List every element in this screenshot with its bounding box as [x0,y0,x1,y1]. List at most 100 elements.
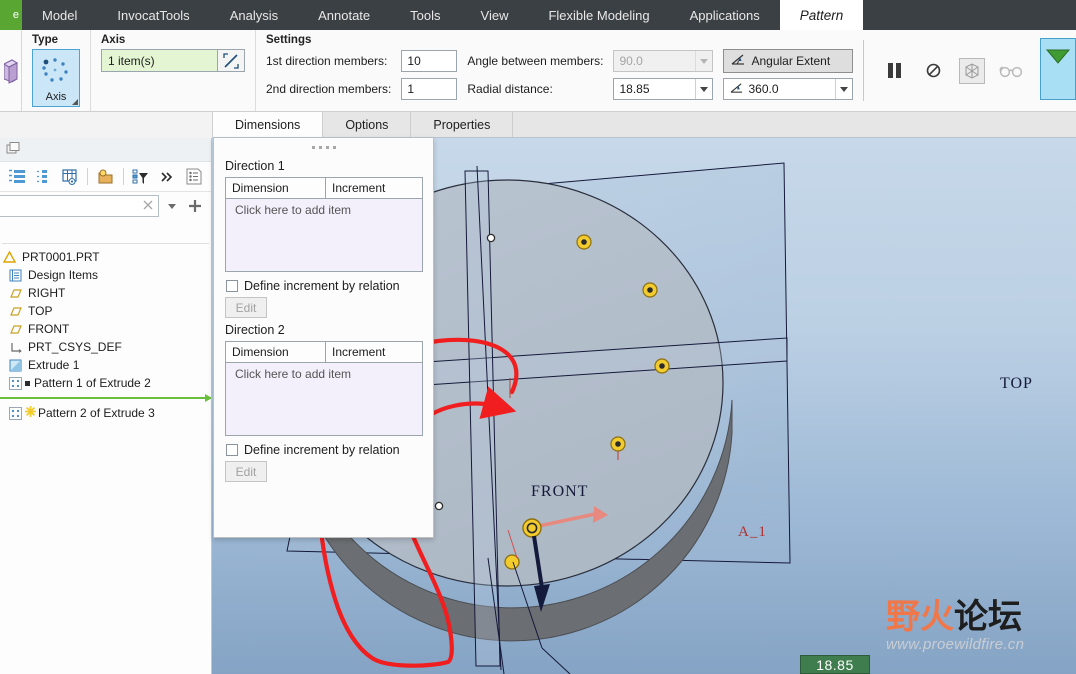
tree-more-icon[interactable] [158,167,176,187]
ribbon-divider [863,40,865,101]
tab-file[interactable]: e [0,0,22,30]
tree-item-part[interactable]: PRT0001.PRT [0,248,211,266]
model-tree[interactable]: PRT0001.PRT Design Items RIGHT TOP FRONT… [0,244,211,674]
direction-1-table-body[interactable]: Click here to add item [226,199,422,271]
direction-2-relation-checkbox[interactable] [226,444,238,456]
select-reference-icon[interactable] [217,49,245,72]
tree-item-label: PRT0001.PRT [22,250,100,264]
tree-folder-settings-icon[interactable] [96,167,114,187]
dimensions-dialog: Direction 1 Dimension Increment Click he… [213,138,434,538]
chevron-down-icon[interactable] [835,79,852,99]
direction-2-table-body[interactable]: Click here to add item [226,363,422,435]
tree-item-label: RIGHT [28,286,66,300]
tab-model[interactable]: Model [22,0,97,30]
tree-item-label: TOP [28,304,53,318]
angular-extent-button[interactable]: Angular Extent [723,49,854,73]
value-2nd-direction-members: 1 [407,82,415,96]
datum-plane-icon [8,322,23,337]
tab-tools[interactable]: Tools [390,0,460,30]
direction-1-relation-label: Define increment by relation [244,279,400,293]
input-2nd-direction-members[interactable]: 1 [401,78,458,100]
tree-item-design-items[interactable]: Design Items [0,266,211,284]
model-tree-header [0,138,211,162]
model-tree-subheader [2,220,209,244]
tree-item-extrude-1[interactable]: Extrude 1 [0,356,211,374]
extrude-cut-icon[interactable] [0,30,22,111]
datum-plane-icon [8,304,23,319]
checkmark-icon [1045,49,1071,64]
tree-expand-icon[interactable] [34,167,52,187]
dashboard-tab-bar: Dimensions Options Properties [0,112,1076,138]
pause-icon[interactable] [881,58,907,84]
direction-1-relation-checkbox[interactable] [226,280,238,292]
tab-options[interactable]: Options [323,112,412,137]
direction-1-table[interactable]: Dimension Increment Click here to add it… [225,177,423,272]
tree-columns-icon[interactable] [61,167,79,187]
tab-properties[interactable]: Properties [411,112,514,137]
tree-item-pattern-2[interactable]: Pattern 2 of Extrude 3 [0,404,211,422]
ribbon-group-type: Type Axis [22,30,90,111]
tab-view[interactable]: View [461,0,529,30]
ribbon-group-settings: Settings 1st direction members: 10 Angle… [255,30,863,111]
tree-item-top[interactable]: TOP [0,302,211,320]
direction-1-add-row[interactable]: Click here to add item [226,199,422,217]
tree-item-label: Extrude 1 [28,358,80,372]
axis-label-a1: A_1 [738,524,767,540]
axis-reference-field[interactable]: 1 item(s) [101,49,217,72]
tab-flexible-modeling[interactable]: Flexible Modeling [528,0,669,30]
tab-analysis[interactable]: Analysis [210,0,298,30]
tree-item-pattern-1[interactable]: Pattern 1 of Extrude 2 [0,374,211,392]
toolbar-divider [122,168,124,185]
design-items-icon [8,268,23,283]
tree-item-label: PRT_CSYS_DEF [28,340,122,354]
cancel-preview-icon[interactable] [920,58,946,84]
tree-item-right[interactable]: RIGHT [0,284,211,302]
axis-reference-value: 1 item(s) [108,53,155,68]
angle-measure-icon [731,53,746,69]
direction-2-table[interactable]: Dimension Increment Click here to add it… [225,341,423,436]
pattern-active-marker-icon [25,406,36,420]
combo-angle-between-members[interactable]: 90.0 [613,50,714,72]
direction-2-relation-row[interactable]: Define increment by relation [226,443,422,457]
plus-icon[interactable] [185,196,205,216]
pattern-type-axis-button[interactable]: Axis [32,49,80,107]
direction-2-table-header: Dimension Increment [226,342,422,363]
drag-grip[interactable] [225,138,422,156]
clear-icon[interactable] [142,199,154,214]
insert-here-bar[interactable] [0,394,211,402]
column-header-increment: Increment [332,345,386,359]
search-input[interactable] [0,195,159,217]
direction-1-table-header: Dimension Increment [226,178,422,199]
chevron-down-icon[interactable] [695,51,712,71]
glasses-preview-icon[interactable] [998,58,1024,84]
tree-list-icon[interactable] [8,167,26,187]
direction-1-relation-row[interactable]: Define increment by relation [226,279,422,293]
tree-item-front[interactable]: FRONT [0,320,211,338]
ok-checkmark-button[interactable] [1040,38,1076,100]
value-radial-distance: 18.85 [619,82,650,96]
combo-radial-distance[interactable]: 18.85 [613,78,714,100]
tab-invocattools[interactable]: InvocatTools [97,0,209,30]
label-angle-between-members: Angle between members: [467,54,604,68]
label-2nd-direction-members: 2nd direction members: [266,82,392,96]
tab-pattern[interactable]: Pattern [779,0,864,30]
tree-options-icon[interactable] [185,167,203,187]
chevron-down-icon[interactable] [162,196,182,216]
column-header-dimension: Dimension [226,178,326,198]
tree-item-csys[interactable]: PRT_CSYS_DEF [0,338,211,356]
tab-dimensions[interactable]: Dimensions [213,112,324,137]
pattern-icon [8,376,23,391]
tree-item-label: Pattern 2 of Extrude 3 [38,406,155,420]
input-1st-direction-members[interactable]: 10 [401,50,458,72]
wireframe-preview-icon[interactable] [959,57,985,84]
datum-plane-icon [8,286,23,301]
direction-2-relation-label: Define increment by relation [244,443,400,457]
direction-2-add-row[interactable]: Click here to add item [226,363,422,381]
combo-angular-extent-value[interactable]: 360.0 [723,78,854,100]
tab-applications[interactable]: Applications [670,0,780,30]
chevron-down-icon[interactable] [695,79,712,99]
tree-filter-icon[interactable] [132,167,150,187]
dimension-value-box[interactable]: 18.85 [800,655,870,674]
tab-annotate[interactable]: Annotate [298,0,390,30]
model-tree-icon[interactable] [6,141,23,159]
